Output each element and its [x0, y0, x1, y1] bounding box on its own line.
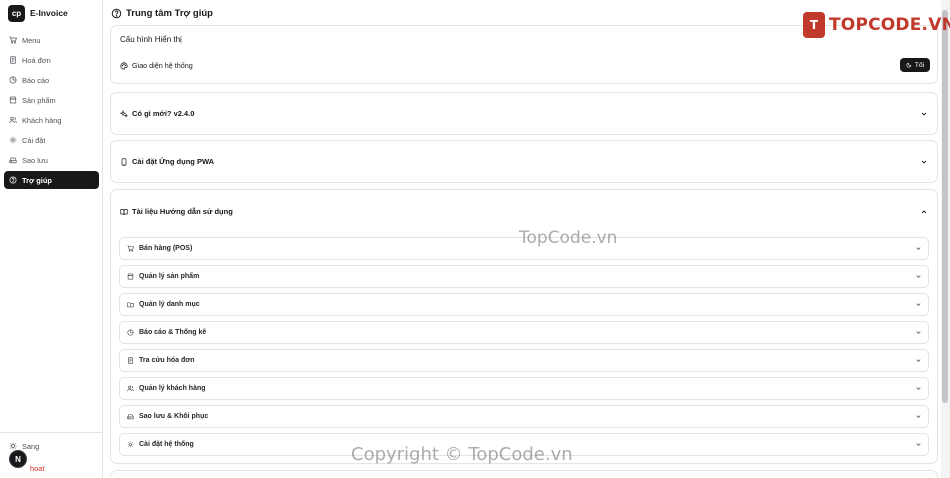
- guide-item-label: Bán hàng (POS): [139, 245, 193, 252]
- chevron-down-icon: [916, 331, 921, 334]
- gear-icon: [127, 441, 134, 448]
- cart-icon: [9, 36, 17, 44]
- sidebar-item-label: Trợ giúp: [22, 175, 52, 185]
- chevron-down-icon: [916, 387, 921, 390]
- system-theme-label: Giao diện hệ thống: [132, 61, 193, 70]
- smartphone-icon: [121, 157, 127, 166]
- moon-icon: [906, 62, 912, 68]
- dark-theme-label: Tối: [914, 61, 925, 69]
- guide-item-label: Sao lưu & Khôi phục: [139, 413, 209, 420]
- user-guide-label: Tài liệu Hướng dẫn sử dụng: [132, 207, 233, 216]
- guide-item-customers[interactable]: Quản lý khách hàng: [119, 377, 929, 400]
- system-theme-row: Giao diện hệ thống: [120, 61, 193, 70]
- guide-item-label: Báo cáo & Thống kê: [139, 329, 207, 336]
- guide-item-label: Quản lý sản phẩm: [139, 273, 200, 280]
- sidebar-item-label: Khách hàng: [22, 115, 62, 125]
- dark-theme-button[interactable]: Tối: [900, 58, 930, 72]
- chevron-down-icon: [916, 359, 921, 362]
- help-circle-icon: [111, 8, 122, 18]
- brand[interactable]: cp E-Invoice: [0, 0, 102, 26]
- scrollbar-thumb[interactable]: [942, 10, 948, 403]
- sidebar-item-reports[interactable]: Báo cáo: [4, 71, 99, 89]
- sidebar-item-menu[interactable]: Menu: [4, 31, 99, 49]
- sidebar-item-label: Báo cáo: [22, 75, 50, 85]
- sidebar-item-products[interactable]: Sản phẩm: [4, 91, 99, 109]
- pwa-label: Cài đặt Ứng dụng PWA: [132, 157, 215, 166]
- page-header: Trung tâm Trợ giúp: [111, 6, 213, 20]
- sidebar-item-customers[interactable]: Khách hàng: [4, 111, 99, 129]
- guide-item-products[interactable]: Quản lý sản phẩm: [119, 265, 929, 288]
- sidebar-item-label: Sản phẩm: [22, 95, 56, 105]
- brand-logo: cp: [8, 4, 25, 22]
- guide-item-label: Tra cứu hóa đơn: [139, 357, 195, 364]
- gear-icon: [9, 136, 17, 144]
- whats-new-card[interactable]: Có gì mới? v2.4.0: [110, 92, 938, 135]
- next-card-partial: [110, 470, 938, 478]
- receipt-icon: [128, 357, 133, 364]
- watermark-logo: T TOPCODE.VN: [803, 12, 950, 38]
- guide-item-label: Quản lý danh mục: [139, 301, 200, 308]
- guide-item-label: Cài đặt hệ thống: [139, 441, 194, 448]
- users-icon: [127, 385, 134, 392]
- user-guide-header[interactable]: Tài liệu Hướng dẫn sử dụng: [120, 207, 233, 216]
- sidebar: cp E-Invoice Menu Hoá đơn Báo cáo Sản ph…: [0, 0, 103, 478]
- pwa-card[interactable]: Cài đặt Ứng dụng PWA: [110, 140, 938, 183]
- chevron-down-icon: [916, 303, 921, 306]
- folder-icon: [127, 302, 134, 308]
- chevron-down-icon: [916, 275, 921, 278]
- cart-icon: [127, 245, 134, 252]
- sidebar-item-settings[interactable]: Cài đặt: [4, 131, 99, 149]
- palette-icon: [120, 61, 128, 70]
- sidebar-item-label: Cài đặt: [22, 135, 46, 145]
- guide-item-label: Quản lý khách hàng: [139, 385, 206, 392]
- help-circle-icon: [9, 176, 17, 184]
- users-icon: [9, 116, 17, 124]
- user-guide-card: Tài liệu Hướng dẫn sử dụng Bán hàng (POS…: [110, 189, 938, 464]
- avatar[interactable]: N: [9, 450, 27, 468]
- sidebar-item-label: Hoá đơn: [22, 55, 51, 65]
- logout-label: hoat: [30, 463, 45, 473]
- chevron-down-icon[interactable]: [920, 110, 928, 118]
- sparkles-icon: [120, 109, 128, 118]
- sidebar-nav: Menu Hoá đơn Báo cáo Sản phẩm Khách hàng…: [0, 31, 103, 191]
- sun-icon: [9, 442, 17, 450]
- guide-item-system-settings[interactable]: Cài đặt hệ thống: [119, 433, 929, 456]
- store-icon: [9, 96, 17, 104]
- sidebar-item-help[interactable]: Trợ giúp: [4, 171, 99, 189]
- chevron-down-icon: [916, 247, 921, 250]
- guide-item-invoice-lookup[interactable]: Tra cứu hóa đơn: [119, 349, 929, 372]
- page-title: Trung tâm Trợ giúp: [126, 7, 213, 19]
- guide-item-reports[interactable]: Báo cáo & Thống kê: [119, 321, 929, 344]
- theme-toggle-label: Sang: [22, 441, 40, 451]
- chart-icon: [127, 329, 134, 336]
- chart-icon: [9, 76, 17, 84]
- drive-icon: [9, 157, 17, 164]
- sidebar-item-label: Sao lưu: [22, 155, 48, 165]
- whats-new-header: Có gì mới? v2.4.0: [120, 109, 194, 118]
- receipt-icon: [10, 56, 16, 64]
- book-open-icon: [120, 208, 128, 215]
- guide-item-backup[interactable]: Sao lưu & Khôi phục: [119, 405, 929, 428]
- chevron-down-icon: [916, 443, 921, 446]
- store-icon: [127, 273, 134, 280]
- sidebar-item-label: Menu: [22, 35, 41, 45]
- watermark-logo-text: TOPCODE.VN: [829, 15, 950, 35]
- watermark-logo-mark: T: [803, 12, 825, 38]
- chevron-down-icon[interactable]: [920, 158, 928, 166]
- pwa-header: Cài đặt Ứng dụng PWA: [120, 157, 214, 166]
- guide-item-categories[interactable]: Quản lý danh mục: [119, 293, 929, 316]
- sidebar-item-invoices[interactable]: Hoá đơn: [4, 51, 99, 69]
- main-content: Trung tâm Trợ giúp Cấu hình Hiển thị Gia…: [103, 0, 950, 478]
- guide-item-pos[interactable]: Bán hàng (POS): [119, 237, 929, 260]
- sidebar-item-backup[interactable]: Sao lưu: [4, 151, 99, 169]
- chevron-up-icon[interactable]: [920, 208, 928, 216]
- brand-name: E-Invoice: [30, 8, 68, 18]
- whats-new-label: Có gì mới? v2.4.0: [132, 109, 195, 118]
- drive-icon: [127, 414, 134, 420]
- chevron-down-icon: [916, 415, 921, 418]
- display-config-title: Cấu hình Hiển thị: [120, 35, 182, 44]
